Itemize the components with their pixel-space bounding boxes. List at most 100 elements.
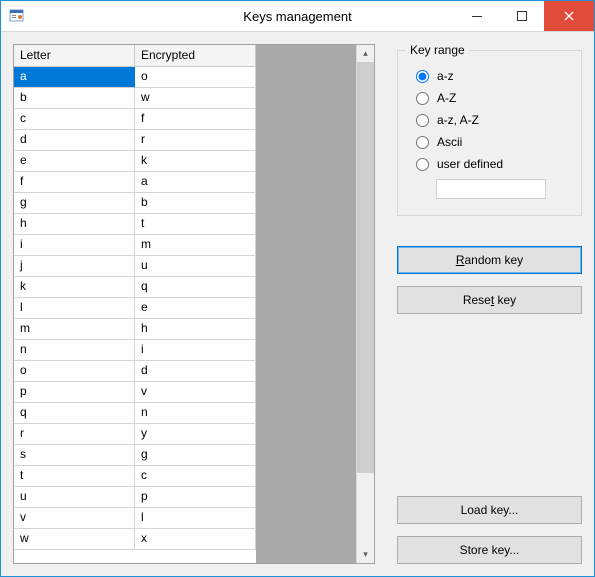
- reset-key-button[interactable]: Reset key: [397, 286, 582, 314]
- cell-letter[interactable]: t: [14, 466, 135, 487]
- cell-encrypted[interactable]: c: [135, 466, 256, 487]
- app-icon: [9, 8, 25, 24]
- table-row[interactable]: le: [14, 298, 256, 319]
- col-header-letter[interactable]: Letter: [14, 45, 135, 67]
- radio-user[interactable]: [416, 158, 429, 171]
- cell-encrypted[interactable]: u: [135, 256, 256, 277]
- table-row[interactable]: cf: [14, 109, 256, 130]
- table-row[interactable]: fa: [14, 172, 256, 193]
- cell-encrypted[interactable]: h: [135, 319, 256, 340]
- cell-letter[interactable]: a: [14, 67, 135, 88]
- table-row[interactable]: pv: [14, 382, 256, 403]
- table-row[interactable]: od: [14, 361, 256, 382]
- radio-AZ[interactable]: [416, 92, 429, 105]
- cell-letter[interactable]: q: [14, 403, 135, 424]
- table-row[interactable]: ek: [14, 151, 256, 172]
- cell-encrypted[interactable]: v: [135, 382, 256, 403]
- client-area: Letter Encrypted aobwcfdrekfagbhtimjukql…: [1, 32, 594, 576]
- cell-letter[interactable]: m: [14, 319, 135, 340]
- cell-encrypted[interactable]: m: [135, 235, 256, 256]
- table-row[interactable]: tc: [14, 466, 256, 487]
- key-range-option-user[interactable]: user defined: [416, 157, 569, 171]
- cell-encrypted[interactable]: q: [135, 277, 256, 298]
- close-button[interactable]: [544, 1, 594, 31]
- key-range-option-azAZ[interactable]: a-z, A-Z: [416, 113, 569, 127]
- grid-scrollbar[interactable]: ▴ ▾: [356, 45, 374, 563]
- cell-encrypted[interactable]: f: [135, 109, 256, 130]
- table-row[interactable]: ao: [14, 67, 256, 88]
- random-key-button[interactable]: Random key: [397, 246, 582, 274]
- keys-grid[interactable]: Letter Encrypted aobwcfdrekfagbhtimjukql…: [13, 44, 375, 564]
- cell-encrypted[interactable]: k: [135, 151, 256, 172]
- cell-letter[interactable]: g: [14, 193, 135, 214]
- cell-letter[interactable]: o: [14, 361, 135, 382]
- cell-letter[interactable]: n: [14, 340, 135, 361]
- radio-label: a-z: [437, 69, 454, 83]
- radio-ascii[interactable]: [416, 136, 429, 149]
- radio-azAZ[interactable]: [416, 114, 429, 127]
- cell-encrypted[interactable]: a: [135, 172, 256, 193]
- cell-letter[interactable]: c: [14, 109, 135, 130]
- cell-letter[interactable]: j: [14, 256, 135, 277]
- table-row[interactable]: dr: [14, 130, 256, 151]
- radio-label: Ascii: [437, 135, 462, 149]
- key-range-option-ascii[interactable]: Ascii: [416, 135, 569, 149]
- scroll-track[interactable]: [357, 62, 374, 546]
- cell-letter[interactable]: e: [14, 151, 135, 172]
- cell-letter[interactable]: w: [14, 529, 135, 550]
- maximize-button[interactable]: [499, 1, 544, 31]
- cell-encrypted[interactable]: x: [135, 529, 256, 550]
- cell-encrypted[interactable]: b: [135, 193, 256, 214]
- cell-letter[interactable]: h: [14, 214, 135, 235]
- table-row[interactable]: ht: [14, 214, 256, 235]
- scroll-up-button[interactable]: ▴: [357, 45, 374, 62]
- cell-letter[interactable]: d: [14, 130, 135, 151]
- key-range-option-AZ[interactable]: A-Z: [416, 91, 569, 105]
- cell-encrypted[interactable]: d: [135, 361, 256, 382]
- cell-encrypted[interactable]: r: [135, 130, 256, 151]
- minimize-button[interactable]: [454, 1, 499, 31]
- col-header-encrypted[interactable]: Encrypted: [135, 45, 256, 67]
- store-key-button[interactable]: Store key...: [397, 536, 582, 564]
- table-row[interactable]: kq: [14, 277, 256, 298]
- cell-encrypted[interactable]: g: [135, 445, 256, 466]
- table-row[interactable]: ry: [14, 424, 256, 445]
- cell-letter[interactable]: s: [14, 445, 135, 466]
- table-row[interactable]: ni: [14, 340, 256, 361]
- cell-letter[interactable]: u: [14, 487, 135, 508]
- radio-label: user defined: [437, 157, 503, 171]
- table-row[interactable]: bw: [14, 88, 256, 109]
- table-row[interactable]: qn: [14, 403, 256, 424]
- table-row[interactable]: ju: [14, 256, 256, 277]
- cell-letter[interactable]: p: [14, 382, 135, 403]
- table-row[interactable]: mh: [14, 319, 256, 340]
- table-row[interactable]: im: [14, 235, 256, 256]
- load-key-button[interactable]: Load key...: [397, 496, 582, 524]
- table-row[interactable]: vl: [14, 508, 256, 529]
- cell-letter[interactable]: f: [14, 172, 135, 193]
- cell-letter[interactable]: l: [14, 298, 135, 319]
- scroll-down-button[interactable]: ▾: [357, 546, 374, 563]
- cell-encrypted[interactable]: y: [135, 424, 256, 445]
- cell-encrypted[interactable]: i: [135, 340, 256, 361]
- cell-letter[interactable]: k: [14, 277, 135, 298]
- cell-letter[interactable]: b: [14, 88, 135, 109]
- key-range-option-az[interactable]: a-z: [416, 69, 569, 83]
- user-defined-input[interactable]: [436, 179, 546, 199]
- scroll-thumb[interactable]: [357, 62, 374, 473]
- cell-encrypted[interactable]: t: [135, 214, 256, 235]
- cell-letter[interactable]: r: [14, 424, 135, 445]
- cell-encrypted[interactable]: w: [135, 88, 256, 109]
- radio-az[interactable]: [416, 70, 429, 83]
- cell-letter[interactable]: v: [14, 508, 135, 529]
- table-row[interactable]: gb: [14, 193, 256, 214]
- cell-encrypted[interactable]: l: [135, 508, 256, 529]
- cell-encrypted[interactable]: e: [135, 298, 256, 319]
- table-row[interactable]: up: [14, 487, 256, 508]
- cell-encrypted[interactable]: o: [135, 67, 256, 88]
- cell-letter[interactable]: i: [14, 235, 135, 256]
- cell-encrypted[interactable]: p: [135, 487, 256, 508]
- table-row[interactable]: wx: [14, 529, 256, 550]
- cell-encrypted[interactable]: n: [135, 403, 256, 424]
- table-row[interactable]: sg: [14, 445, 256, 466]
